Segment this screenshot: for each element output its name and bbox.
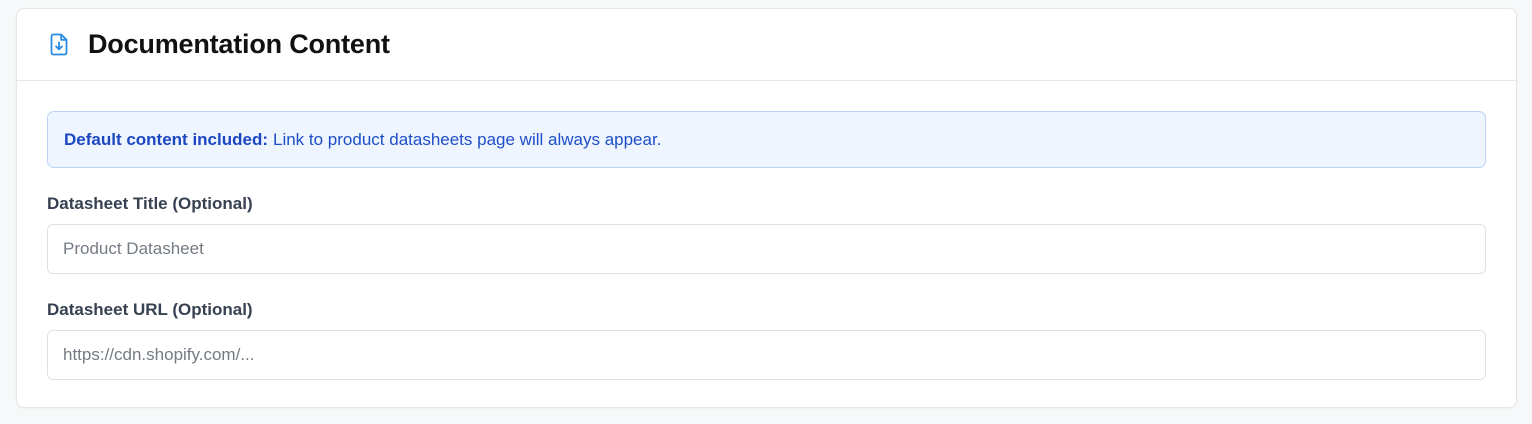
file-download-icon bbox=[48, 33, 70, 57]
default-content-notice: Default content included: Link to produc… bbox=[47, 111, 1486, 168]
datasheet-url-label: Datasheet URL (Optional) bbox=[47, 300, 253, 319]
datasheet-title-label: Datasheet Title (Optional) bbox=[47, 194, 253, 213]
notice-text: Link to product datasheets page will alw… bbox=[273, 129, 662, 149]
documentation-content-card: Documentation Content Default content in… bbox=[16, 8, 1517, 408]
datasheet-url-input[interactable] bbox=[47, 330, 1486, 380]
notice-heading: Default content included: bbox=[64, 129, 268, 149]
section-title: Documentation Content bbox=[88, 29, 390, 59]
datasheet-title-input[interactable] bbox=[47, 224, 1486, 274]
card-body: Default content included: Link to produc… bbox=[17, 81, 1516, 380]
card-header: Documentation Content bbox=[17, 9, 1516, 81]
